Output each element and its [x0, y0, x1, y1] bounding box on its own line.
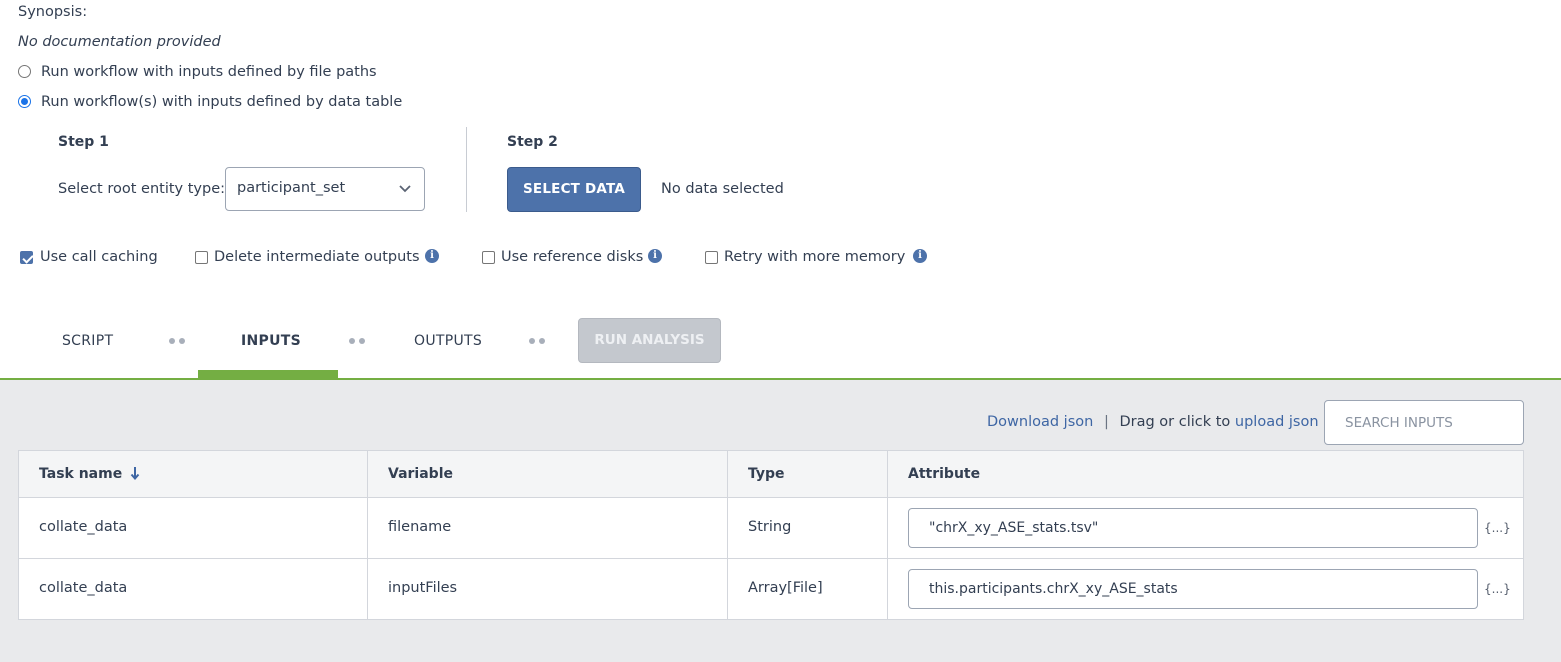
tab-separator-dots — [349, 338, 369, 345]
header-attribute: Attribute — [908, 466, 981, 482]
step1-title: Step 1 — [58, 134, 109, 150]
column-divider — [727, 451, 728, 619]
retry-memory-label[interactable]: Retry with more memory — [724, 249, 905, 265]
header-task-name-label: Task name — [39, 466, 123, 482]
drag-text: Drag or click to — [1119, 414, 1231, 430]
task-name-cell: collate_data — [39, 519, 128, 535]
retry-memory-checkbox[interactable] — [705, 251, 718, 264]
column-divider — [367, 451, 368, 619]
tab-separator-dots — [169, 338, 189, 345]
reference-disks-label[interactable]: Use reference disks — [501, 249, 643, 265]
header-type: Type — [748, 466, 785, 482]
radio-data-table-control[interactable] — [18, 95, 31, 108]
run-analysis-button[interactable]: RUN ANALYSIS — [578, 318, 721, 363]
json-toolbar: Download json | Drag or click to upload … — [987, 414, 1319, 430]
root-entity-select[interactable]: participant_set — [225, 167, 425, 211]
delete-intermediate-checkbox[interactable] — [195, 251, 208, 264]
root-entity-label: Select root entity type: — [58, 181, 225, 197]
expression-editor-button[interactable]: {...} — [1484, 521, 1511, 535]
radio-data-table-label[interactable]: Run workflow(s) with inputs defined by d… — [41, 94, 402, 110]
download-json-link[interactable]: Download json — [987, 414, 1093, 430]
variable-cell: filename — [388, 519, 452, 535]
attribute-input[interactable] — [908, 508, 1478, 548]
upload-json-link[interactable]: upload json — [1235, 414, 1319, 430]
type-cell: String — [748, 519, 792, 535]
delete-intermediate-label[interactable]: Delete intermediate outputs — [214, 249, 420, 265]
info-icon[interactable]: i — [913, 249, 927, 263]
chevron-down-icon — [399, 185, 411, 193]
data-selection-status: No data selected — [661, 181, 784, 197]
search-inputs-field[interactable] — [1324, 400, 1524, 445]
radio-file-paths-control[interactable] — [18, 65, 31, 78]
info-icon[interactable]: i — [648, 249, 662, 263]
toolbar-separator: | — [1103, 414, 1109, 430]
select-data-button[interactable]: SELECT DATA — [507, 167, 641, 212]
tab-inputs[interactable]: INPUTS — [241, 333, 301, 349]
variable-cell: inputFiles — [388, 580, 458, 596]
attribute-input[interactable] — [908, 569, 1478, 609]
synopsis-documentation: No documentation provided — [18, 34, 221, 50]
expression-editor-button[interactable]: {...} — [1484, 582, 1511, 596]
info-icon[interactable]: i — [425, 249, 439, 263]
reference-disks-checkbox[interactable] — [482, 251, 495, 264]
table-header: Task name Variable Type Attribute — [19, 451, 1523, 498]
radio-file-paths-label[interactable]: Run workflow with inputs defined by file… — [41, 64, 377, 80]
column-divider — [887, 451, 888, 619]
call-caching-checkbox[interactable] — [20, 251, 33, 264]
tab-outputs[interactable]: OUTPUTS — [414, 333, 482, 349]
tab-separator-dots — [529, 338, 549, 345]
header-task-name[interactable]: Task name — [39, 466, 140, 482]
header-variable: Variable — [388, 466, 453, 482]
inputs-table: Task name Variable Type Attribute collat… — [18, 450, 1524, 620]
type-cell: Array[File] — [748, 580, 823, 596]
task-name-cell: collate_data — [39, 580, 128, 596]
step2-title: Step 2 — [507, 134, 558, 150]
step-divider — [466, 127, 467, 212]
root-entity-value: participant_set — [237, 180, 346, 196]
tab-script[interactable]: SCRIPT — [62, 333, 113, 349]
row-divider — [19, 558, 1523, 559]
arrow-down-icon — [130, 467, 140, 481]
synopsis-label: Synopsis: — [18, 4, 88, 20]
call-caching-label[interactable]: Use call caching — [40, 249, 158, 265]
